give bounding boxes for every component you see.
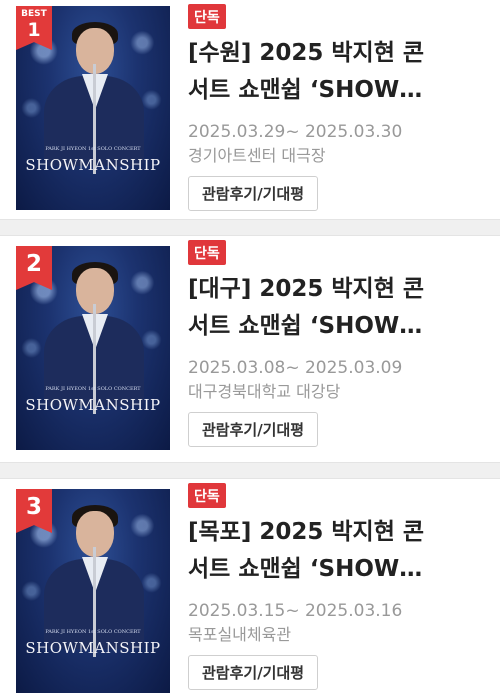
item-dates: 2025.03.08~ 2025.03.09	[188, 358, 403, 378]
item-info: 단독 [대구] 2025 박지현 콘 서트 쇼맨쉽 ‘SHOW… 2025.03…	[188, 240, 490, 447]
poster-subtitle: PARK JI HYEON 1st SOLO CONCERT	[45, 146, 141, 152]
poster-title: SHOWMANSHIP	[25, 639, 161, 657]
item-title-line1: [대구] 2025 박지현 콘	[188, 276, 425, 302]
review-button[interactable]: 관람후기/기대평	[188, 176, 319, 211]
item-title-line2: 서트 쇼맨쉽 ‘SHOW…	[188, 313, 423, 339]
item-venue: 경기아트센터 대극장	[188, 146, 326, 165]
rank-best-label: BEST	[21, 9, 47, 19]
list-item[interactable]: PARK JI HYEON 1st SOLO CONCERT SHOWMANSH…	[0, 236, 500, 455]
item-info: 단독 [수원] 2025 박지현 콘 서트 쇼맨쉽 ‘SHOW… 2025.03…	[188, 4, 490, 211]
exclusive-badge: 단독	[188, 483, 226, 508]
poster-subtitle: PARK JI HYEON 1st SOLO CONCERT	[45, 386, 141, 392]
poster-subtitle: PARK JI HYEON 1st SOLO CONCERT	[45, 629, 141, 635]
list-item[interactable]: PARK JI HYEON 1st SOLO CONCERT SHOWMANSH…	[0, 479, 500, 696]
rank-number: 3	[25, 494, 42, 520]
item-dates: 2025.03.29~ 2025.03.30	[188, 122, 403, 142]
ranking-list: PARK JI HYEON 1st SOLO CONCERT SHOWMANSH…	[0, 0, 500, 696]
item-title-line1: [목포] 2025 박지현 콘	[188, 519, 425, 545]
item-title-line2: 서트 쇼맨쉽 ‘SHOW…	[188, 77, 423, 103]
exclusive-badge: 단독	[188, 4, 226, 29]
divider	[0, 219, 500, 236]
divider	[0, 462, 500, 479]
item-venue: 대구경북대학교 대강당	[188, 382, 341, 401]
item-venue: 목포실내체육관	[188, 625, 292, 644]
rank-number: 2	[25, 251, 42, 277]
item-title[interactable]: [대구] 2025 박지현 콘 서트 쇼맨쉽 ‘SHOW…	[188, 271, 478, 345]
item-title-line2: 서트 쇼맨쉽 ‘SHOW…	[188, 556, 423, 582]
item-info: 단독 [목포] 2025 박지현 콘 서트 쇼맨쉽 ‘SHOW… 2025.03…	[188, 483, 490, 690]
review-button[interactable]: 관람후기/기대평	[188, 655, 319, 690]
item-title[interactable]: [목포] 2025 박지현 콘 서트 쇼맨쉽 ‘SHOW…	[188, 514, 478, 588]
review-button[interactable]: 관람후기/기대평	[188, 412, 319, 447]
list-item[interactable]: PARK JI HYEON 1st SOLO CONCERT SHOWMANSH…	[0, 0, 500, 219]
poster-title: SHOWMANSHIP	[25, 156, 161, 174]
exclusive-badge: 단독	[188, 240, 226, 265]
rank-number: 1	[27, 19, 41, 41]
item-title-line1: [수원] 2025 박지현 콘	[188, 40, 425, 66]
poster-title: SHOWMANSHIP	[25, 396, 161, 414]
item-title[interactable]: [수원] 2025 박지현 콘 서트 쇼맨쉽 ‘SHOW…	[188, 35, 478, 109]
item-dates: 2025.03.15~ 2025.03.16	[188, 601, 403, 621]
